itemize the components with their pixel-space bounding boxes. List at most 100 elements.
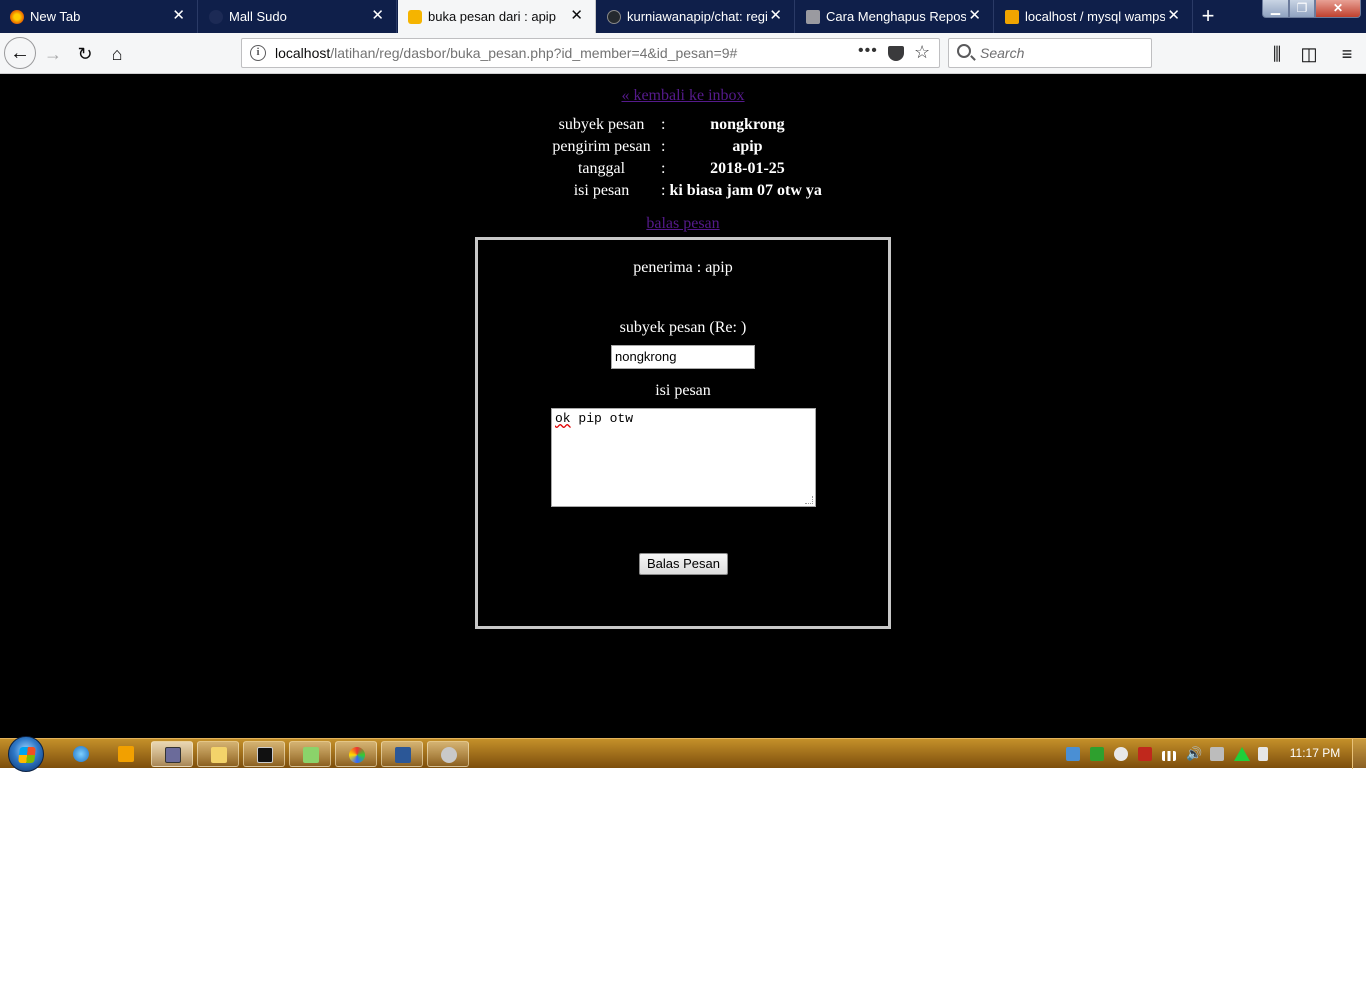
internet-explorer-icon [73, 746, 89, 762]
address-bar[interactable]: i localhost/latihan/reg/dasbor/buka_pesa… [241, 38, 940, 68]
signal-strength-icon[interactable] [1162, 751, 1176, 761]
display-tray-icon[interactable] [1210, 747, 1224, 761]
sender-label: pengirim pesan [552, 138, 651, 155]
taskbar-paint[interactable] [335, 741, 377, 767]
paint-icon [349, 747, 365, 763]
window-minimize-button[interactable]: ▁ [1262, 0, 1289, 18]
new-tab-plus-icon[interactable]: + [1196, 3, 1220, 29]
window-close-button[interactable]: ✕ [1315, 0, 1361, 18]
reply-subject-label: subyek pesan (Re: ) [619, 319, 747, 336]
close-tab-icon[interactable]: ✕ [371, 7, 384, 25]
taskbar-command-prompt[interactable] [243, 741, 285, 767]
library-icon[interactable]: ⫼ [1262, 39, 1292, 69]
hamburger-menu-icon[interactable]: ≡ [1332, 39, 1362, 69]
reply-link[interactable]: balas pesan [646, 215, 719, 232]
forward-arrow-icon[interactable]: → [38, 39, 68, 69]
home-icon[interactable]: ⌂ [102, 39, 132, 69]
tab-buka-pesan[interactable]: buka pesan dari : apip ✕ [398, 0, 596, 33]
firefox-window-icon [165, 747, 181, 763]
tab-title: kurniawanapip/chat: regis [627, 9, 767, 24]
acrobat-tray-icon[interactable] [1138, 747, 1152, 761]
back-to-inbox-link[interactable]: « kembali ke inbox [621, 87, 744, 104]
send-reply-button[interactable]: Balas Pesan [639, 553, 728, 575]
address-url[interactable]: localhost/latihan/reg/dasbor/buka_pesan.… [275, 45, 737, 61]
taskbar-notepad[interactable] [289, 741, 331, 767]
start-button[interactable] [8, 736, 44, 772]
url-path: /latihan/reg/dasbor/buka_pesan.php?id_me… [330, 45, 738, 61]
reply-form: penerima : apip subyek pesan (Re: ) nong… [475, 237, 891, 629]
subject-label: subyek pesan [558, 116, 645, 133]
site-info-icon[interactable]: i [250, 45, 266, 61]
close-tab-icon[interactable]: ✕ [172, 7, 185, 25]
taskbar-settings-app[interactable] [427, 741, 469, 767]
tab-github[interactable]: kurniawanapip/chat: regis ✕ [597, 0, 795, 33]
body-label: isi pesan [573, 182, 630, 199]
disc-tray-icon[interactable] [1114, 747, 1128, 761]
back-arrow-icon[interactable]: ← [4, 37, 36, 69]
site-icon [806, 10, 820, 24]
folder-icon [211, 747, 227, 763]
sidebar-toggle-icon[interactable]: ◫ [1294, 39, 1324, 69]
recipient-text: penerima : apip [633, 259, 733, 276]
green-triangle-tray-icon[interactable] [1234, 747, 1250, 761]
notepad-icon [303, 747, 319, 763]
bookmark-star-icon[interactable]: ☆ [914, 42, 930, 63]
taskbar-explorer[interactable] [197, 741, 239, 767]
back-to-inbox-link-row: « kembali ke inbox [0, 87, 1366, 105]
close-tab-icon[interactable]: ✕ [1167, 7, 1180, 25]
taskbar-word[interactable] [381, 741, 423, 767]
gear-icon [441, 747, 457, 763]
reply-message-label: isi pesan [655, 382, 711, 399]
message-text: pip otw [570, 411, 634, 426]
page-actions-icon[interactable]: ••• [858, 42, 878, 60]
separator: : [661, 116, 666, 133]
subject-row: subyek pesan : nongkrong [545, 115, 826, 135]
close-tab-icon[interactable]: ✕ [570, 7, 583, 25]
tab-title: Mall Sudo [229, 9, 287, 24]
tab-phpmyadmin[interactable]: localhost / mysql wampse ✕ [995, 0, 1193, 33]
date-label: tanggal [577, 160, 626, 177]
reload-icon[interactable]: ↻ [70, 39, 100, 69]
resize-grip-icon[interactable] [805, 496, 813, 504]
windows-logo-icon [18, 747, 36, 763]
search-icon [957, 44, 971, 58]
system-tray: 🔊 [1062, 739, 1282, 769]
browser-tab-strip: New Tab ✕ Mall Sudo ✕ buka pesan dari : … [0, 0, 1366, 33]
network-app-tray-icon[interactable] [1066, 747, 1080, 761]
separator: : [661, 138, 666, 155]
window-restore-button[interactable]: ❐ [1289, 0, 1315, 18]
reply-message-textarea[interactable]: ok pip otw [551, 408, 816, 507]
word-icon [395, 747, 411, 763]
reply-subject-input[interactable]: nongkrong [611, 345, 755, 369]
message-details: subyek pesan : nongkrong pengirim pesan … [543, 113, 828, 203]
volume-icon[interactable]: 🔊 [1186, 747, 1202, 761]
close-tab-icon[interactable]: ✕ [968, 7, 981, 25]
close-tab-icon[interactable]: ✕ [769, 7, 782, 25]
taskbar-media-player[interactable] [105, 741, 147, 767]
pocket-icon[interactable] [888, 46, 904, 61]
show-desktop-button[interactable] [1352, 739, 1366, 769]
body-row: isi pesan : ki biasa jam 07 otw ya [545, 181, 826, 201]
url-host: localhost [275, 45, 331, 61]
green-app-tray-icon[interactable] [1090, 747, 1104, 761]
date-row: tanggal : 2018-01-25 [545, 159, 826, 179]
date-value: 2018-01-25 [710, 160, 785, 177]
search-box[interactable]: Search [948, 38, 1152, 68]
tab-title: Cara Menghapus Reposito [826, 9, 966, 24]
tab-title: New Tab [30, 9, 81, 24]
tab-mall-sudo[interactable]: Mall Sudo ✕ [199, 0, 397, 33]
taskbar-clock[interactable]: 11:17 PM [1284, 746, 1346, 760]
tab-title: buka pesan dari : apip [428, 9, 556, 24]
spellcheck-word: ok [555, 411, 571, 426]
tab-new-tab[interactable]: New Tab ✕ [0, 0, 198, 33]
search-placeholder: Search [980, 45, 1025, 61]
taskbar-internet-explorer[interactable] [60, 741, 102, 767]
battery-icon[interactable] [1258, 747, 1268, 761]
page-content: « kembali ke inbox subyek pesan : nongkr… [0, 74, 1366, 738]
sender-value: apip [732, 138, 763, 155]
separator: : [661, 182, 666, 199]
tab-cara-menghapus[interactable]: Cara Menghapus Reposito ✕ [796, 0, 994, 33]
media-player-icon [118, 746, 134, 762]
taskbar-firefox[interactable] [151, 741, 193, 767]
sender-row: pengirim pesan : apip [545, 137, 826, 157]
